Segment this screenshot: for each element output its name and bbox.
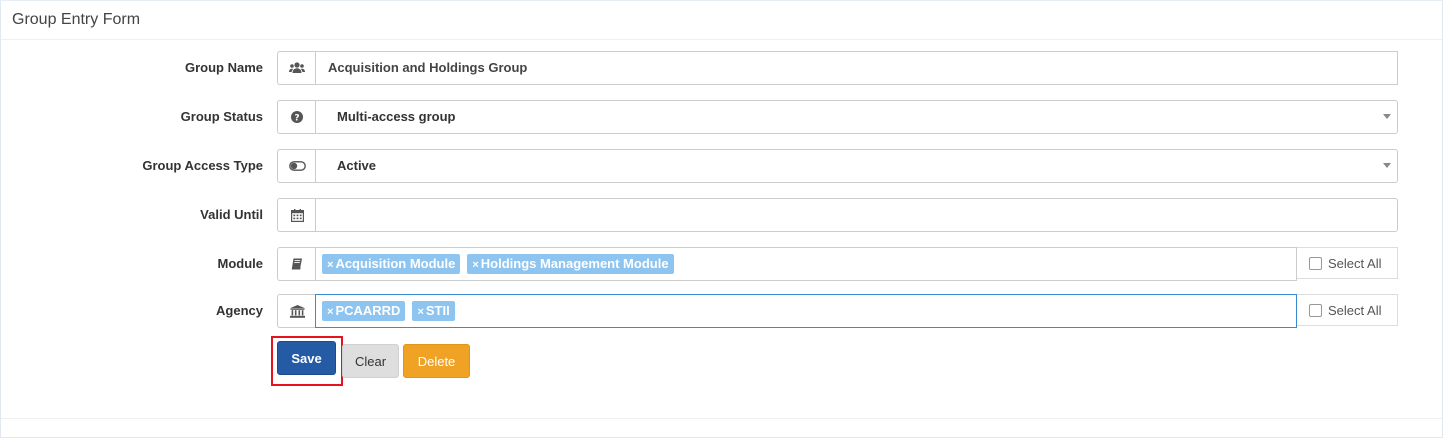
- chevron-down-icon: [1383, 163, 1391, 168]
- tag-label: Holdings Management Module: [480, 256, 669, 271]
- select-all-label: Select All: [1328, 255, 1382, 271]
- group-access-type-label: Group Access Type: [142, 158, 263, 173]
- module-label: Module: [217, 256, 264, 271]
- tag-module-2: × Holdings Management Module: [467, 254, 674, 274]
- agency-label: Agency: [216, 303, 263, 318]
- group-status-label: Group Status: [180, 109, 263, 124]
- agency-multiselect[interactable]: × PCAARRD × STII: [315, 294, 1297, 328]
- tag-label: STII: [425, 303, 450, 318]
- group-access-type-select[interactable]: Active: [315, 149, 1398, 183]
- module-select-all[interactable]: Select All: [1297, 247, 1398, 279]
- valid-until-input[interactable]: [315, 198, 1398, 232]
- valid-until-label: Valid Until: [200, 207, 263, 222]
- users-icon: [277, 51, 316, 85]
- chevron-down-icon: [1383, 114, 1391, 119]
- calendar-icon: [277, 198, 316, 232]
- panel-footer-divider: [1, 418, 1442, 419]
- toggle-icon: [277, 149, 316, 183]
- save-button[interactable]: Save: [277, 341, 336, 375]
- group-name-input[interactable]: Acquisition and Holdings Group: [315, 51, 1398, 85]
- svg-text:?: ?: [294, 114, 299, 124]
- group-status-select[interactable]: Multi-access group: [315, 100, 1398, 134]
- tag-remove-icon[interactable]: ×: [472, 259, 478, 271]
- agency-select-all[interactable]: Select All: [1297, 294, 1398, 326]
- tag-remove-icon[interactable]: ×: [417, 306, 423, 318]
- tag-remove-icon[interactable]: ×: [327, 306, 333, 318]
- group-status-value: Multi-access group: [337, 109, 456, 124]
- tag-label: Acquisition Module: [335, 256, 456, 271]
- book-icon: [277, 247, 316, 281]
- tag-remove-icon[interactable]: ×: [327, 259, 333, 271]
- group-access-type-value: Active: [337, 158, 377, 173]
- bank-icon: [277, 294, 316, 328]
- question-circle-icon: ?: [277, 100, 316, 134]
- select-all-label: Select All: [1328, 302, 1382, 318]
- group-entry-panel: Group Entry Form Group Name Acquisition …: [0, 0, 1443, 438]
- module-multiselect[interactable]: × Acquisition Module × Holdings Management…: [315, 247, 1297, 281]
- checkbox[interactable]: [1309, 303, 1322, 317]
- tag-agency-1: × PCAARRD: [322, 301, 406, 321]
- delete-button[interactable]: Delete: [403, 344, 470, 378]
- clear-button[interactable]: Clear: [342, 344, 399, 378]
- tag-label: PCAARRD: [335, 303, 401, 318]
- panel-title: Group Entry Form: [1, 1, 1442, 40]
- tag-agency-2: × STII: [412, 301, 455, 321]
- group-name-label: Group Name: [184, 60, 263, 75]
- tag-module-1: × Acquisition Module: [322, 254, 461, 274]
- checkbox[interactable]: [1309, 256, 1322, 270]
